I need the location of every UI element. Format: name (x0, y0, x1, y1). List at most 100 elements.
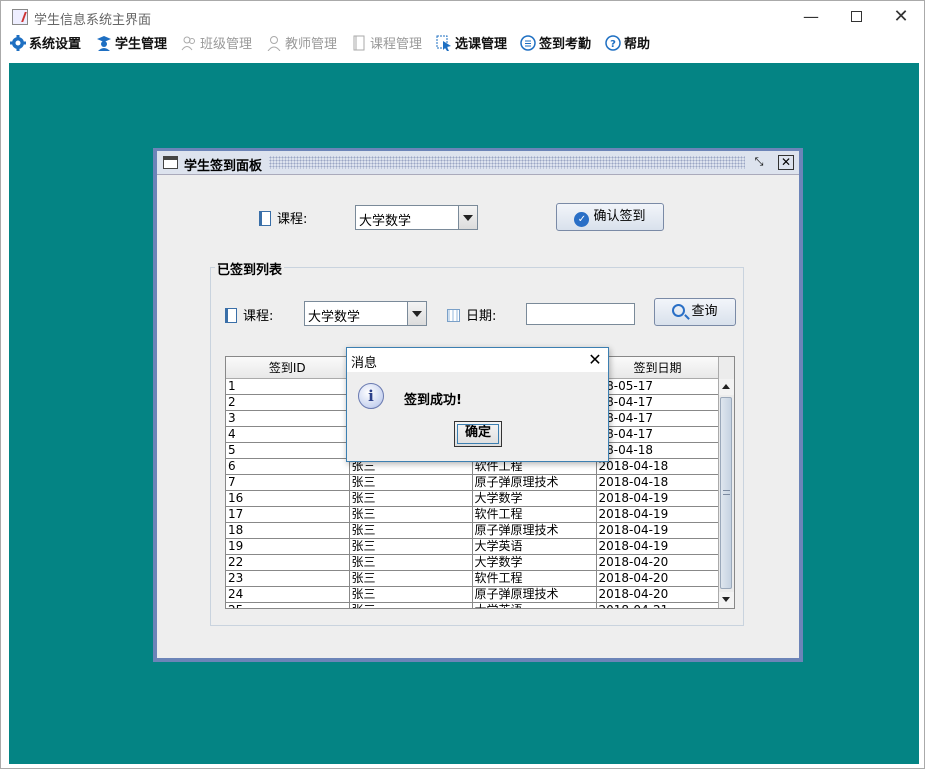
table-cell[interactable]: 张三 (349, 522, 473, 539)
table-cell[interactable]: 张三 (349, 538, 473, 555)
table-cell[interactable]: 1 (226, 378, 350, 395)
table-cell[interactable]: 张三 (349, 602, 473, 608)
table-cell[interactable]: 2018-04-20 (596, 554, 720, 571)
table-scrollbar[interactable] (718, 357, 734, 608)
dialog-title: 消息 (351, 356, 378, 371)
class-icon (181, 35, 197, 51)
chevron-down-icon[interactable] (407, 302, 426, 325)
menu-bar: 系统设置 学生管理 班级管理 教师管理 课程管理 选课管理 签到考勤 ? 帮助 (1, 33, 924, 57)
dialog-close-button[interactable]: ✕ (585, 350, 605, 370)
table-cell[interactable]: 18-04-17 (596, 410, 720, 427)
table-cell[interactable]: 2018-04-18 (596, 474, 720, 491)
table-cell[interactable]: 18-05-17 (596, 378, 720, 395)
panel-title-bar[interactable]: 学生签到面板 ⤡ ✕ (157, 151, 799, 175)
search-icon (672, 304, 686, 317)
panel-close-button[interactable]: ✕ (778, 155, 794, 170)
table-cell[interactable]: 24 (226, 586, 350, 603)
table-cell[interactable]: 3 (226, 410, 350, 427)
minimize-button[interactable]: — (788, 1, 834, 33)
table-cell[interactable]: 5 (226, 442, 350, 459)
table-cell[interactable]: 张三 (349, 570, 473, 587)
table-cell[interactable]: 18 (226, 522, 350, 539)
book-icon (259, 211, 271, 226)
grip-icon (723, 490, 730, 495)
scroll-down-icon[interactable] (719, 592, 734, 608)
date-label: 日期: (447, 305, 496, 324)
table-row[interactable]: 7 张三 原子弹原理技术 2018-04-18 (226, 474, 720, 491)
table-cell[interactable]: 17 (226, 506, 350, 523)
table-cell[interactable]: 18-04-17 (596, 394, 720, 411)
close-button[interactable]: ✕ (878, 1, 924, 33)
table-cell[interactable]: 张三 (349, 586, 473, 603)
menu-attendance[interactable]: 签到考勤 (520, 35, 591, 55)
panel-restore-button[interactable]: ⤡ (751, 155, 767, 170)
table-row[interactable]: 23 张三 软件工程 2018-04-20 (226, 570, 720, 587)
table-cell[interactable]: 原子弹原理技术 (472, 474, 597, 491)
table-cell[interactable]: 2018-04-19 (596, 490, 720, 507)
menu-teacher-management[interactable]: 教师管理 (266, 35, 337, 55)
query-button[interactable]: 查询 (654, 298, 736, 326)
table-cell[interactable]: 原子弹原理技术 (472, 586, 597, 603)
title-bar[interactable]: 学生信息系统主界面 — ✕ (1, 1, 924, 33)
date-input[interactable] (526, 303, 635, 325)
table-cell[interactable]: 软件工程 (472, 506, 597, 523)
table-cell[interactable]: 张三 (349, 506, 473, 523)
attendance-icon (520, 35, 536, 51)
table-row[interactable]: 22 张三 大学数学 2018-04-20 (226, 554, 720, 571)
table-row[interactable]: 18 张三 原子弹原理技术 2018-04-19 (226, 522, 720, 539)
maximize-button[interactable] (833, 1, 879, 33)
menu-course-selection[interactable]: 选课管理 (436, 35, 507, 55)
chevron-down-icon[interactable] (458, 206, 477, 229)
table-cell[interactable]: 原子弹原理技术 (472, 522, 597, 539)
filter-course-combo[interactable]: 大学数学 (304, 301, 427, 326)
table-row[interactable]: 19 张三 大学英语 2018-04-19 (226, 538, 720, 555)
check-circle-icon: ✓ (574, 212, 590, 227)
column-header[interactable]: 签到日期 (596, 357, 720, 379)
menu-course-management[interactable]: 课程管理 (351, 35, 422, 55)
scroll-thumb[interactable] (720, 397, 732, 589)
course-combo[interactable]: 大学数学 (355, 205, 478, 230)
book-icon (225, 308, 237, 323)
table-cell[interactable]: 2018-04-18 (596, 458, 720, 475)
table-cell[interactable]: 2018-04-21 (596, 602, 720, 608)
gear-icon (10, 35, 26, 51)
table-cell[interactable]: 张三 (349, 554, 473, 571)
table-cell[interactable]: 大学英语 (472, 602, 597, 608)
table-cell[interactable]: 22 (226, 554, 350, 571)
confirm-sign-in-button[interactable]: ✓ 确认签到 (556, 203, 664, 231)
table-cell[interactable]: 2018-04-19 (596, 506, 720, 523)
table-cell[interactable]: 软件工程 (472, 570, 597, 587)
table-cell[interactable]: 25 (226, 602, 350, 608)
table-cell[interactable]: 2018-04-20 (596, 570, 720, 587)
menu-system-settings[interactable]: 系统设置 (10, 35, 81, 55)
table-cell[interactable]: 2018-04-19 (596, 522, 720, 539)
table-cell[interactable]: 2018-04-20 (596, 586, 720, 603)
table-row[interactable]: 17 张三 软件工程 2018-04-19 (226, 506, 720, 523)
table-cell[interactable]: 4 (226, 426, 350, 443)
table-row[interactable]: 24 张三 原子弹原理技术 2018-04-20 (226, 586, 720, 603)
table-cell[interactable]: 18-04-18 (596, 442, 720, 459)
table-cell[interactable]: 大学英语 (472, 538, 597, 555)
table-row[interactable]: 25张三大学英语2018-04-21 (226, 602, 720, 608)
table-cell[interactable]: 7 (226, 474, 350, 491)
table-cell[interactable]: 张三 (349, 474, 473, 491)
table-cell[interactable]: 2 (226, 394, 350, 411)
table-cell[interactable]: 2018-04-19 (596, 538, 720, 555)
table-cell[interactable]: 16 (226, 490, 350, 507)
dialog-title-bar[interactable]: 消息 ✕ (347, 348, 608, 372)
dialog-ok-button[interactable]: 确定 (454, 421, 502, 447)
table-cell[interactable]: 23 (226, 570, 350, 587)
table-cell[interactable]: 大学数学 (472, 554, 597, 571)
signed-list-title: 已签到列表 (215, 259, 285, 278)
table-cell[interactable]: 6 (226, 458, 350, 475)
table-row[interactable]: 16 张三 大学数学 2018-04-19 (226, 490, 720, 507)
table-cell[interactable]: 18-04-17 (596, 426, 720, 443)
table-cell[interactable]: 张三 (349, 490, 473, 507)
table-cell[interactable]: 19 (226, 538, 350, 555)
table-cell[interactable]: 大学数学 (472, 490, 597, 507)
menu-class-management[interactable]: 班级管理 (181, 35, 252, 55)
menu-student-management[interactable]: 学生管理 (96, 35, 167, 55)
column-header[interactable]: 签到ID (226, 357, 350, 379)
menu-help[interactable]: ? 帮助 (605, 35, 650, 55)
scroll-up-icon[interactable] (719, 379, 734, 395)
